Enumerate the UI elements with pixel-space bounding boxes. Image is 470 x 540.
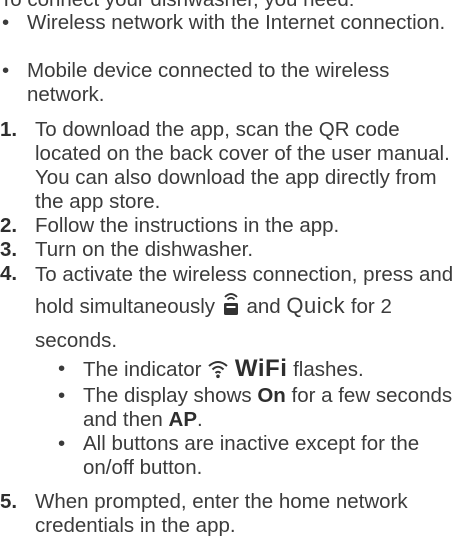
remote-start-icon [221, 290, 241, 325]
step-number: 5. [0, 490, 18, 513]
substep-text-part: The indicator [83, 358, 202, 381]
bullet-glyph: • [2, 11, 10, 34]
step-text: To activate the wireless connection, pre… [35, 259, 467, 356]
step-text: Follow the instructions in the app. [35, 214, 340, 237]
step-text: When prompted, enter the home network cr… [35, 490, 408, 537]
step-number: 1. [0, 118, 18, 141]
manual-page: To connect your dishwasher, you need: • … [0, 0, 470, 540]
step-text: To download the app, scan the QR code lo… [35, 118, 450, 213]
substep-text: The display shows On for a few seconds a… [83, 384, 465, 432]
step-number: 3. [0, 238, 18, 261]
step-number: 4. [0, 262, 18, 285]
substep-text-part: The display shows [83, 384, 252, 407]
display-value-on: On [257, 384, 286, 407]
requirement-text: Mobile device connected to the wireless … [27, 59, 390, 106]
step-4-text-and: and [246, 295, 281, 318]
step-number: 2. [0, 214, 18, 237]
wifi-label: WiFi [234, 355, 288, 382]
bullet-glyph: • [58, 384, 66, 407]
requirement-text: Wireless network with the Internet conne… [27, 11, 446, 34]
bullet-glyph: • [2, 59, 10, 82]
substep-text: All buttons are inactive except for the … [83, 432, 420, 479]
quick-button-label: Quick [286, 293, 346, 318]
substep-text-part: . [197, 408, 203, 431]
display-value-ap: AP [168, 408, 197, 431]
substep-text: The indicator WiFi flashes. [83, 357, 465, 385]
substep-text-part: flashes. [293, 358, 364, 381]
bullet-glyph: • [58, 432, 66, 455]
wifi-icon [207, 359, 229, 385]
bullet-glyph: • [58, 357, 66, 380]
